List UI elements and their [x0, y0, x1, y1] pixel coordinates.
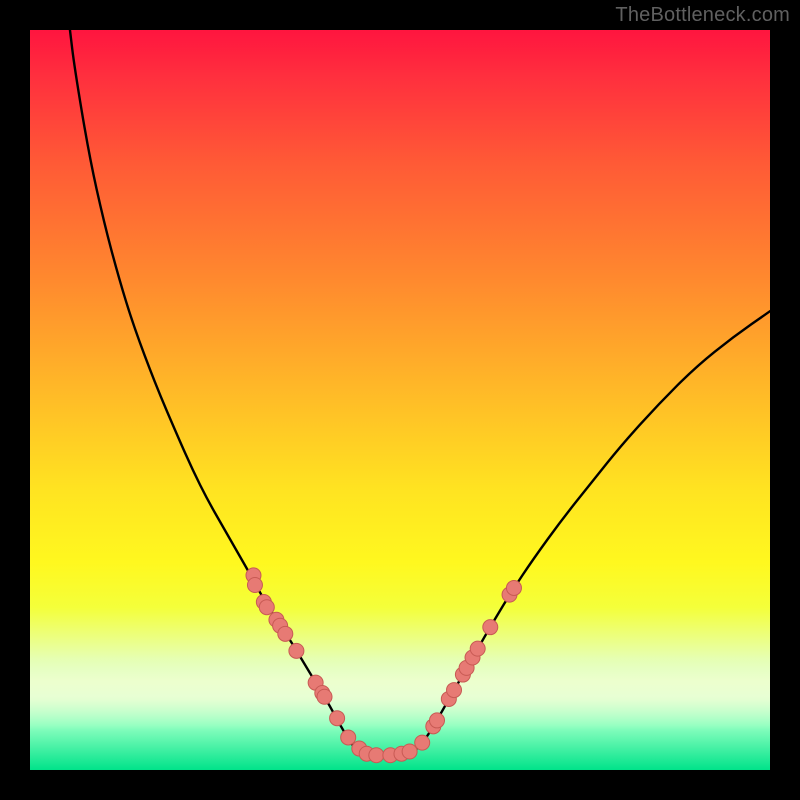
highlight-dot	[415, 735, 430, 750]
highlight-dot	[341, 730, 356, 745]
highlight-dot	[470, 641, 485, 656]
watermark-label: TheBottleneck.com	[615, 4, 790, 27]
highlight-dot	[369, 748, 384, 763]
highlight-dot	[483, 620, 498, 635]
highlight-dot	[278, 626, 293, 641]
chart-frame: TheBottleneck.com	[0, 0, 800, 800]
highlight-dot	[289, 643, 304, 658]
highlight-dot	[506, 580, 521, 595]
highlight-dot	[430, 713, 445, 728]
highlight-dot	[330, 711, 345, 726]
highlight-dot	[247, 578, 262, 593]
bottleneck-curve	[70, 30, 770, 755]
highlight-dots-group	[246, 568, 521, 763]
highlight-dot	[259, 600, 274, 615]
chart-svg	[30, 30, 770, 770]
highlight-dot	[317, 689, 332, 704]
highlight-dot	[447, 683, 462, 698]
highlight-dot	[402, 744, 417, 759]
